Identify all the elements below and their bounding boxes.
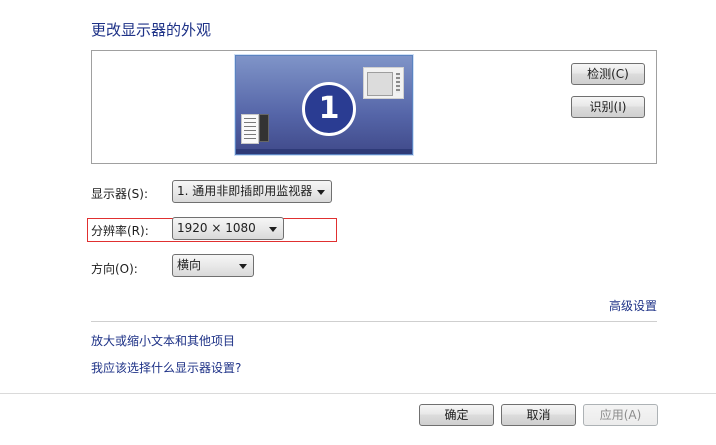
apply-button[interactable]: 应用(A) [583, 404, 658, 426]
monitor-1-preview[interactable]: 1 [235, 55, 413, 155]
display-select-value: 1. 通用非即插即用监视器 [177, 184, 313, 198]
identify-button[interactable]: 识别(I) [571, 96, 645, 118]
display-settings-help-link[interactable]: 我应该选择什么显示器设置? [91, 359, 241, 376]
footer-divider [0, 393, 716, 394]
monitor-screen: 1 [236, 56, 412, 149]
resolution-select[interactable]: 1920 × 1080 [172, 217, 284, 240]
ok-button[interactable]: 确定 [419, 404, 494, 426]
taskbar-strip [236, 149, 412, 154]
chevron-down-icon [269, 227, 277, 232]
display-preview-panel: 1 检测(C) 识别(I) [91, 50, 657, 164]
orientation-select[interactable]: 横向 [172, 254, 254, 277]
resolution-label: 分辨率(R): [91, 224, 149, 238]
document-thumbnail-icon [241, 114, 259, 144]
page-title: 更改显示器的外观 [91, 21, 212, 39]
display-select[interactable]: 1. 通用非即插即用监视器 [172, 180, 332, 203]
cancel-button[interactable]: 取消 [501, 404, 576, 426]
advanced-settings-link[interactable]: 高级设置 [609, 297, 657, 314]
orientation-select-value: 横向 [177, 258, 202, 272]
text-size-link[interactable]: 放大或缩小文本和其他项目 [91, 332, 235, 349]
device-thumbnail-icon [259, 114, 269, 142]
orientation-label: 方向(O): [91, 262, 138, 276]
divider [91, 321, 657, 322]
chevron-down-icon [239, 264, 247, 269]
display-label: 显示器(S): [91, 187, 149, 201]
resolution-select-value: 1920 × 1080 [177, 221, 256, 235]
monitor-number-badge: 1 [302, 82, 356, 136]
chevron-down-icon [317, 190, 325, 195]
window-thumbnail-icon [363, 67, 404, 99]
detect-button[interactable]: 检测(C) [571, 63, 645, 85]
